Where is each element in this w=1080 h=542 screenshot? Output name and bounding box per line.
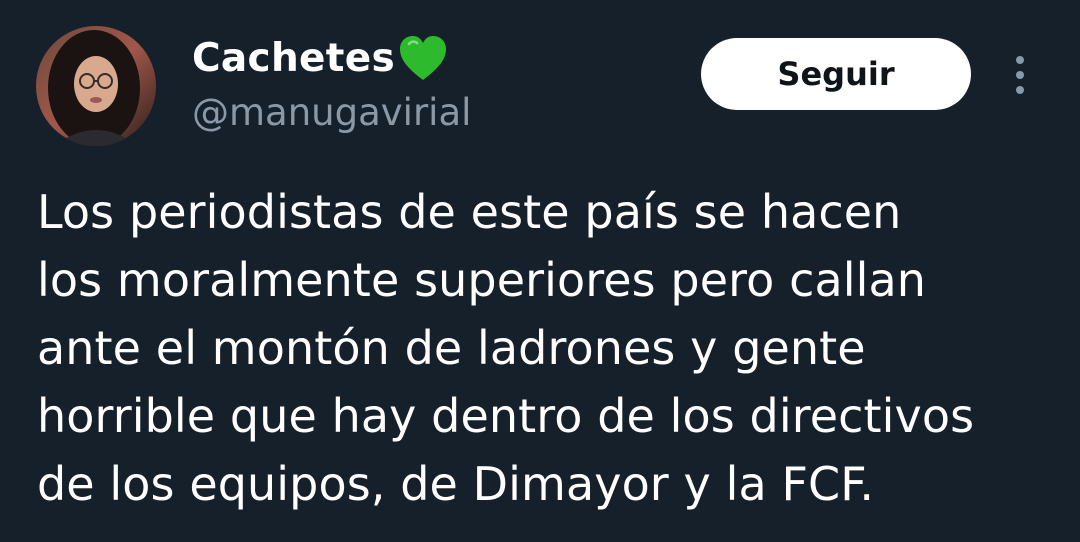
author-handle[interactable]: @manugavirial (192, 88, 471, 138)
display-name[interactable]: Cachetes (192, 34, 395, 84)
tweet-text: Los periodistas de este país se hacen lo… (37, 178, 1057, 518)
tweet-card: Cachetes @manugavirial Seguir Los period… (0, 0, 1080, 542)
tweet-text-line: Los periodistas de este país se hacen (37, 185, 902, 239)
tweet-text-line: horrible que hay dentro de los directivo… (37, 389, 975, 443)
follow-button[interactable]: Seguir (701, 38, 971, 110)
more-vertical-icon[interactable] (1003, 50, 1037, 100)
tweet-text-line: los moralmente superiores pero callan (37, 253, 927, 307)
author-name-row[interactable]: Cachetes (192, 34, 449, 84)
avatar-image (36, 26, 156, 146)
tweet-text-line: ante el montón de ladrones y gente (37, 321, 866, 375)
avatar[interactable] (36, 26, 156, 146)
green-heart-icon (397, 34, 449, 84)
tweet-text-line: de los equipos, de Dimayor y la FCF. (37, 457, 875, 511)
